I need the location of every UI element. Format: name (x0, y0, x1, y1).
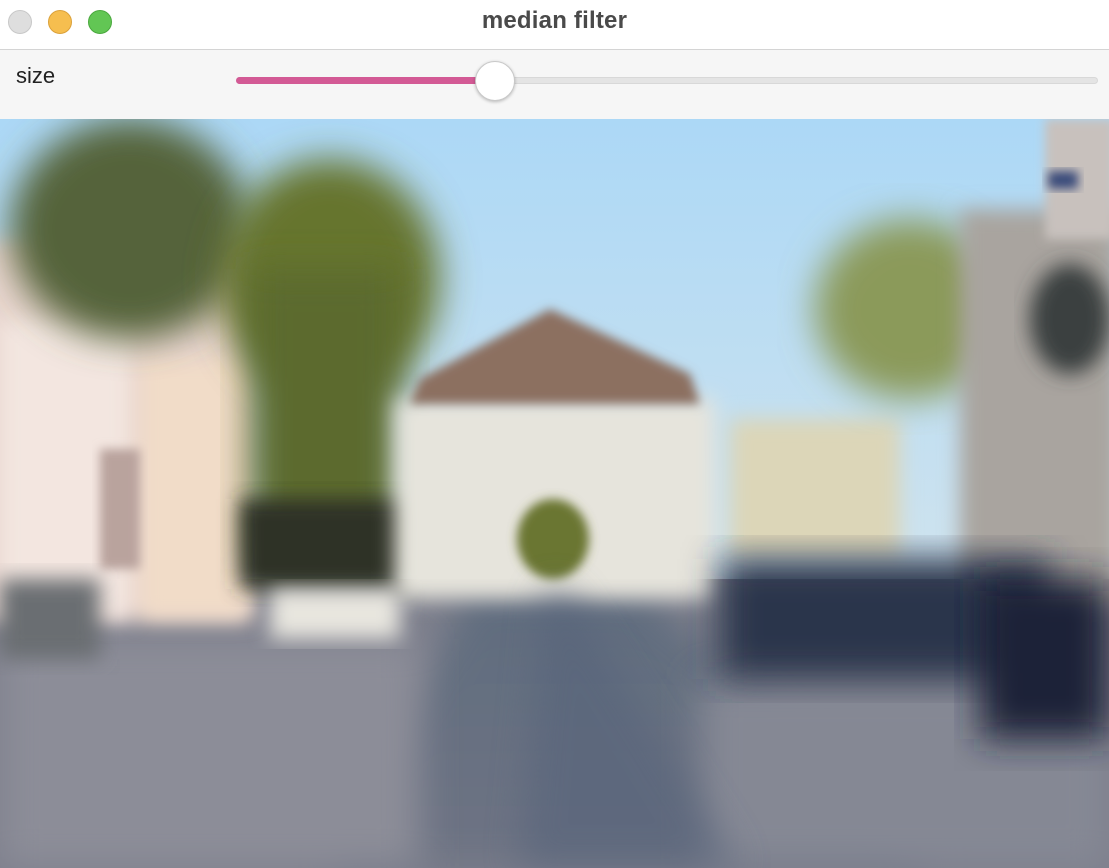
title-bar[interactable]: median filter (0, 0, 1109, 50)
slider-thumb[interactable] (475, 61, 515, 101)
window-title: median filter (481, 7, 628, 34)
size-slider[interactable] (236, 61, 1098, 101)
controls-panel: size (0, 50, 1109, 119)
app-window: median filter size (0, 0, 1109, 868)
blurred-street-scene-image (0, 119, 1109, 868)
slider-fill (236, 77, 495, 84)
filtered-image (0, 119, 1109, 868)
size-label: size (16, 63, 56, 88)
